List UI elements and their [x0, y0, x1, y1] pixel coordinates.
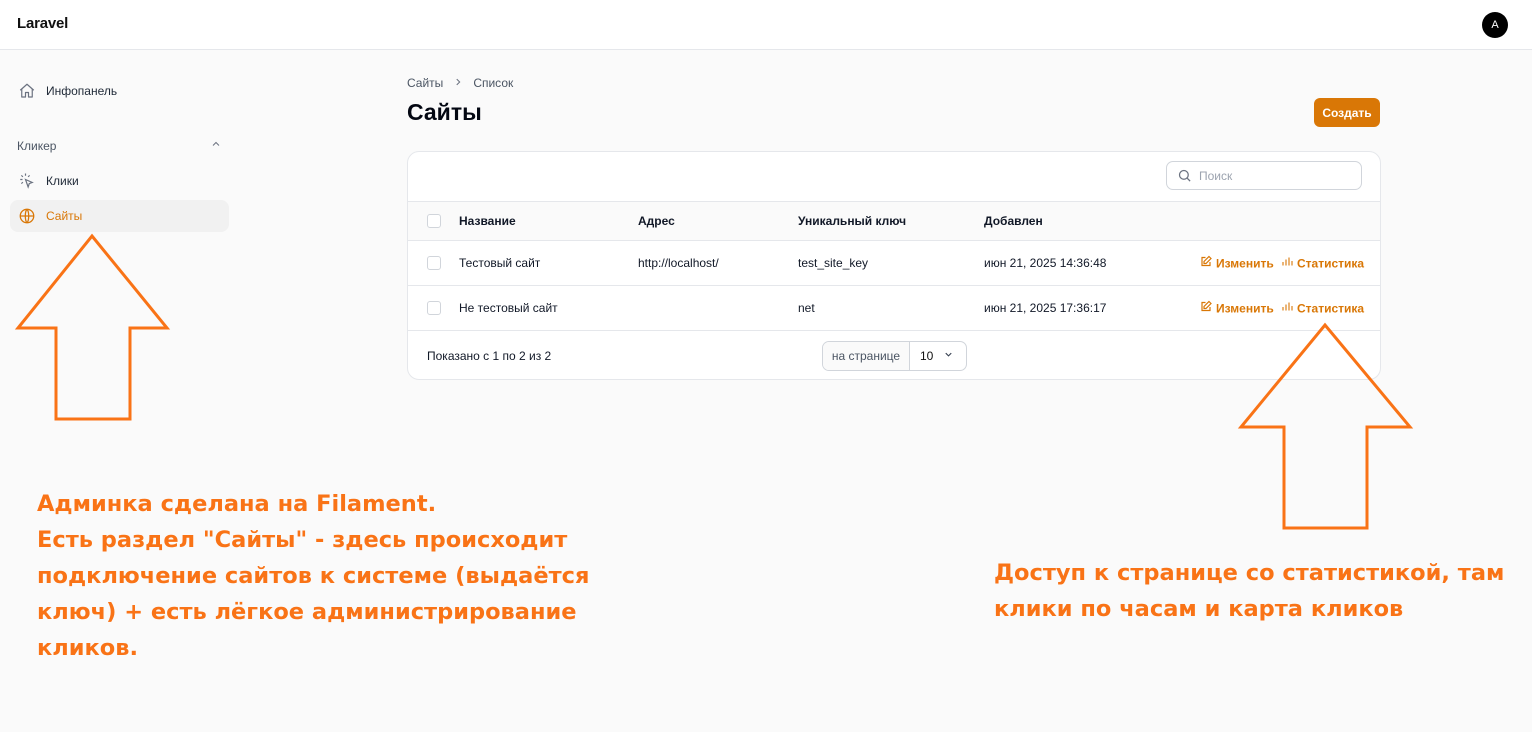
chart-bar-icon: [1281, 301, 1293, 316]
user-avatar[interactable]: A: [1482, 12, 1508, 38]
cell-address: http://localhost/: [638, 256, 719, 270]
annotation-arrow-left: [14, 233, 171, 421]
cell-added: июн 21, 2025 14:36:48: [984, 256, 1107, 270]
stats-button[interactable]: Статистика: [1281, 256, 1364, 271]
per-page-value-container[interactable]: 10: [910, 342, 966, 370]
edit-icon: [1200, 300, 1212, 316]
cell-key: test_site_key: [798, 256, 869, 270]
breadcrumb-root[interactable]: Сайты: [407, 76, 443, 90]
annotation-line: ключ) + есть лёгкое администрирование: [37, 599, 577, 625]
cell-key: net: [798, 301, 815, 315]
annotation-line: подключение сайтов к системе (выдаётся: [37, 563, 590, 589]
create-button[interactable]: Создать: [1314, 98, 1380, 127]
page-title: Сайты: [407, 99, 482, 125]
edit-label: Изменить: [1216, 301, 1274, 315]
chevron-down-icon: [943, 349, 954, 363]
cell-name: Не тестовый сайт: [459, 301, 558, 315]
edit-icon: [1200, 255, 1212, 271]
search-placeholder: Поиск: [1199, 168, 1233, 183]
home-icon: [18, 82, 36, 100]
stats-button[interactable]: Статистика: [1281, 301, 1364, 316]
annotation-line: клики по часам и карта кликов: [994, 596, 1404, 622]
annotation-arrow-right: [1237, 322, 1414, 530]
globe-icon: [18, 207, 36, 225]
sidebar-item-clicks[interactable]: Клики: [10, 165, 229, 197]
chevron-up-icon: [210, 138, 222, 153]
sidebar-item-dashboard[interactable]: Инфопанель: [10, 75, 229, 107]
brand-logo[interactable]: Laravel: [17, 15, 68, 32]
breadcrumb-current: Список: [473, 76, 514, 90]
edit-label: Изменить: [1216, 256, 1274, 270]
breadcrumb: Сайты Список: [407, 76, 513, 90]
sidebar-item-sites[interactable]: Сайты: [10, 200, 229, 232]
annotation-line: Есть раздел "Сайты" - здесь происходит: [37, 527, 568, 553]
edit-button[interactable]: Изменить: [1200, 255, 1274, 271]
row-checkbox[interactable]: [427, 301, 441, 315]
column-header-name[interactable]: Название: [459, 214, 516, 228]
column-header-key[interactable]: Уникальный ключ: [798, 214, 906, 228]
annotation-left: Админка сделана на Filament. Есть раздел…: [37, 486, 589, 666]
column-header-added[interactable]: Добавлен: [984, 214, 1043, 228]
cell-name: Тестовый сайт: [459, 256, 541, 270]
select-all-checkbox[interactable]: [427, 214, 441, 228]
search-icon: [1177, 168, 1192, 183]
annotation-right: Доступ к странице со статистикой, там кл…: [994, 555, 1504, 627]
per-page-label: на странице: [823, 342, 910, 370]
row-checkbox[interactable]: [427, 256, 441, 270]
table-row: Тестовый сайт http://localhost/ test_sit…: [408, 241, 1380, 286]
column-header-address[interactable]: Адрес: [638, 214, 675, 228]
per-page-value: 10: [920, 349, 934, 363]
search-input[interactable]: Поиск: [1166, 161, 1362, 190]
sidebar-item-label: Клики: [46, 174, 79, 188]
cell-added: июн 21, 2025 17:36:17: [984, 301, 1107, 315]
sidebar-item-label: Инфопанель: [46, 84, 118, 98]
sidebar-group-clicker[interactable]: Кликер: [17, 138, 222, 153]
sidebar-group-label: Кликер: [17, 138, 57, 153]
cursor-click-icon: [18, 172, 36, 190]
annotation-line: Доступ к странице со статистикой, там: [994, 560, 1505, 586]
chart-bar-icon: [1281, 256, 1293, 271]
stats-label: Статистика: [1297, 301, 1365, 315]
top-bar: Laravel A: [0, 0, 1532, 50]
per-page-select[interactable]: на странице 10: [822, 341, 967, 371]
chevron-right-icon: [453, 76, 463, 90]
stats-label: Статистика: [1297, 256, 1365, 270]
annotation-line: кликов.: [37, 635, 139, 661]
edit-button[interactable]: Изменить: [1200, 300, 1274, 316]
sidebar-item-label: Сайты: [46, 209, 83, 223]
pagination-summary: Показано с 1 по 2 из 2: [427, 349, 552, 363]
annotation-line: Админка сделана на Filament.: [37, 491, 437, 517]
table-header: Название Адрес Уникальный ключ Добавлен: [408, 201, 1380, 241]
